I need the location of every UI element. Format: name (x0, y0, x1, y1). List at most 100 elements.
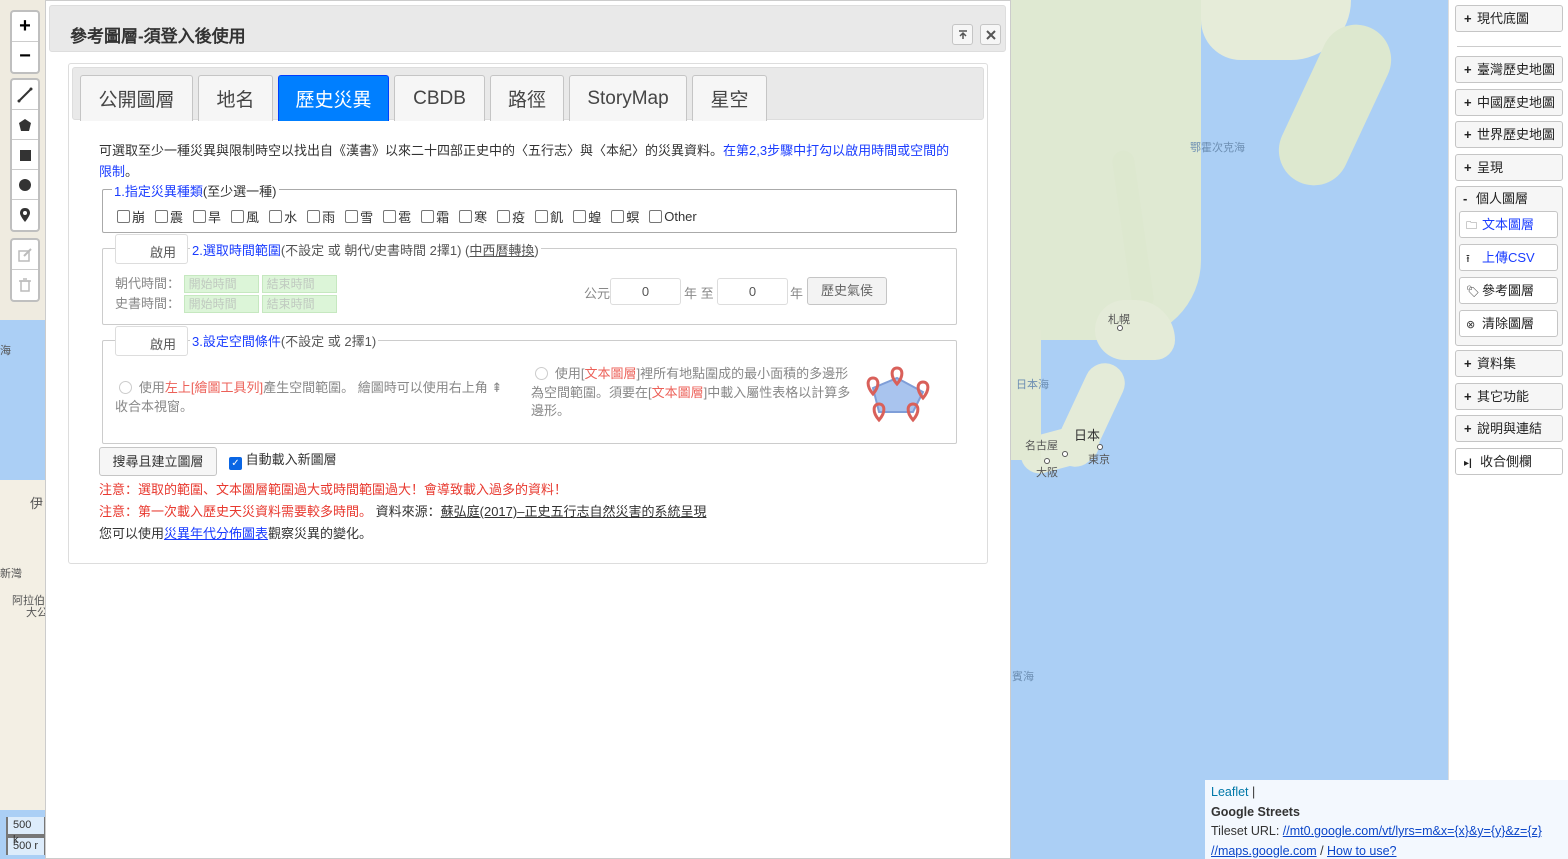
leaflet-link[interactable]: Leaflet (1211, 785, 1249, 799)
sidebar-upload-csv[interactable]: ⭱ 上傳CSV (1459, 244, 1558, 271)
type-label: 寒 (474, 210, 488, 225)
dialog-header[interactable]: 參考圖層-須登入後使用 (49, 5, 1006, 52)
attrib-how-to[interactable]: How to use? (1327, 844, 1396, 858)
disaster-chart-link[interactable]: 災異年代分佈圖表 (164, 526, 268, 541)
auto-load-checkbox[interactable]: ✓ (229, 457, 242, 470)
year-to-input[interactable]: 0 (717, 278, 788, 305)
checkbox-type-cold[interactable]: 寒 (459, 207, 487, 226)
option2-red2: 文本圖層 (651, 384, 704, 400)
sidebar-taiwan-historical-maps[interactable]: + 臺灣歷史地圖 (1455, 56, 1563, 83)
delete-layers-button[interactable] (12, 270, 38, 300)
attrib-tileset-url[interactable]: //mt0.google.com/vt/lyrs=m&x={x}&y={y}&z… (1283, 824, 1542, 838)
tab-routes[interactable]: 路徑 (490, 75, 564, 121)
step2-enable-toggle[interactable]: 啟用 (115, 234, 188, 264)
checkbox-type-frost[interactable]: 霜 (421, 207, 449, 226)
radio-text-layer[interactable] (534, 367, 548, 380)
marker-icon (20, 208, 30, 222)
sidebar-reference-layer[interactable]: 🏷 參考圖層 (1459, 277, 1558, 304)
close-button[interactable] (980, 24, 1001, 45)
search-create-layer-button[interactable]: 搜尋且建立圖層 (99, 447, 217, 476)
tag-icon: 🏷 (1466, 286, 1480, 298)
tab-public-layers[interactable]: 公開圖層 (80, 75, 193, 121)
sidebar-datasets[interactable]: + 資料集 (1455, 350, 1563, 377)
checkbox-type-water[interactable]: 水 (269, 207, 297, 226)
checkbox-type-hail[interactable]: 雹 (383, 207, 411, 226)
sidebar-sub-label: 清除圖層 (1482, 316, 1535, 331)
intro-text: 可選取至少一種災異與限制時空以找出自《漢書》以來二十四部正史中的〈五行志〉與〈本… (99, 140, 959, 182)
book-start-select[interactable]: 開始時間 (183, 295, 259, 313)
source-link[interactable]: 蘇弘庭(2017)–正史五行志自然災害的系統呈現 (441, 504, 707, 519)
type-label: 飢 (550, 210, 564, 225)
zoom-control: + − (10, 10, 40, 74)
historical-climate-button[interactable]: 歷史氣侯 (807, 277, 887, 305)
checkbox-type-rain[interactable]: 雨 (307, 207, 335, 226)
tab-cbdb[interactable]: CBDB (394, 75, 485, 121)
checkbox-type-earthquake[interactable]: 震 (155, 207, 183, 226)
checkbox-type-collapse[interactable]: 崩 (117, 207, 145, 226)
sidebar-divider (1457, 46, 1561, 47)
checkbox-type-locust[interactable]: 蝗 (573, 207, 601, 226)
space-option-text-layer[interactable]: 使用[文本圖層]裡所有地點圍成的最小面積的多邊形為空間範圍。須要在[文本圖層]中… (531, 365, 856, 421)
zoom-in-button[interactable]: + (12, 12, 38, 42)
sidebar-text-layer[interactable]: 🗀 文本圖層 (1459, 211, 1558, 238)
map-label-okhotsk: 鄂霍次克海 (1190, 142, 1245, 154)
sidebar-collapse[interactable]: ▸| 收合側欄 (1455, 448, 1563, 475)
sidebar-world-historical-maps[interactable]: + 世界歷史地圖 (1455, 121, 1563, 148)
sidebar-personal-layers[interactable]: - 個人圖層 (1455, 186, 1563, 213)
sidebar-china-historical-maps[interactable]: + 中國歷史地圖 (1455, 89, 1563, 116)
book-end-select[interactable]: 結束時間 (261, 295, 337, 313)
sidebar-clear-layers[interactable]: ⊗ 清除圖層 (1459, 310, 1558, 337)
tab-starry-sky[interactable]: 星空 (692, 75, 767, 121)
checkbox-type-famine[interactable]: 飢 (535, 207, 563, 226)
close-icon (985, 29, 996, 40)
map-city-sapporo (1117, 325, 1123, 331)
attrib-maps-url[interactable]: //maps.google.com (1211, 844, 1317, 858)
dynasty-end-select[interactable]: 結束時間 (261, 275, 337, 293)
draw-polyline-button[interactable] (12, 80, 38, 110)
intro-highlight-2: 限制 (99, 164, 126, 179)
checkbox-type-other[interactable]: Other (649, 209, 697, 224)
checkbox-type-wind[interactable]: 風 (231, 207, 259, 226)
attrib-provider: Google Streets (1211, 804, 1300, 819)
checkbox-type-borer[interactable]: 螟 (611, 207, 639, 226)
tab-storymap[interactable]: StoryMap (569, 75, 687, 121)
draw-rectangle-button[interactable] (12, 140, 38, 170)
zoom-out-button[interactable]: − (12, 42, 38, 72)
year-label: 年 (790, 286, 804, 301)
sidebar-item-label: 其它功能 (1477, 389, 1530, 404)
chart-row: 您可以使用災異年代分佈圖表觀察災異的變化。 (99, 523, 372, 542)
space-option-draw[interactable]: 使用左上[繪圖工具列]產生空間範圍。 繪圖時可以使用右上角 ⇞ 收合本視窗。 (115, 378, 515, 416)
tab-historical-disasters[interactable]: 歷史災異 (278, 75, 389, 121)
intro-end: 。 (125, 164, 139, 179)
ce-label: 公元 (584, 286, 611, 301)
checkbox-type-drought[interactable]: 旱 (193, 207, 221, 226)
edit-layers-button[interactable] (12, 240, 38, 270)
auto-load-row: ✓ 自動載入新圖層 (229, 449, 337, 470)
tab-panel: 公開圖層 地名 歷史災異 CBDB 路徑 StoryMap 星空 可選取至少一種… (68, 63, 988, 564)
sidebar-item-label: 臺灣歷史地圖 (1477, 62, 1556, 77)
sidebar-help-links[interactable]: + 說明與連結 (1455, 415, 1563, 442)
minimize-button[interactable] (952, 24, 973, 45)
radio-draw-tool[interactable] (118, 381, 132, 394)
option1-c: 收合本視窗。 (115, 399, 194, 414)
step3-enable-toggle[interactable]: 啟用 (115, 326, 188, 356)
year-from-input[interactable]: 0 (610, 278, 681, 305)
polyline-icon (17, 87, 33, 102)
type-label: 震 (170, 210, 184, 225)
tab-place-names[interactable]: 地名 (198, 75, 273, 121)
scale-imperial: 500 r (6, 836, 46, 855)
checkbox-type-epidemic[interactable]: 疫 (497, 207, 525, 226)
draw-marker-button[interactable] (12, 200, 38, 230)
map-scale: 500 k 500 r (6, 817, 46, 855)
sidebar-modern-basemap[interactable]: + 現代底圖 (1455, 5, 1563, 32)
draw-circle-button[interactable] (12, 170, 38, 200)
checkbox-type-snow[interactable]: 雪 (345, 207, 373, 226)
collapse-icon: - (1463, 191, 1468, 206)
draw-toolbar (10, 78, 40, 232)
type-label: 蝗 (588, 210, 602, 225)
sidebar-presentation[interactable]: + 呈現 (1455, 154, 1563, 181)
calendar-convert-link[interactable]: 中西曆轉換 (469, 243, 534, 258)
draw-polygon-button[interactable] (12, 110, 38, 140)
dynasty-start-select[interactable]: 開始時間 (183, 275, 259, 293)
sidebar-other-functions[interactable]: + 其它功能 (1455, 383, 1563, 410)
